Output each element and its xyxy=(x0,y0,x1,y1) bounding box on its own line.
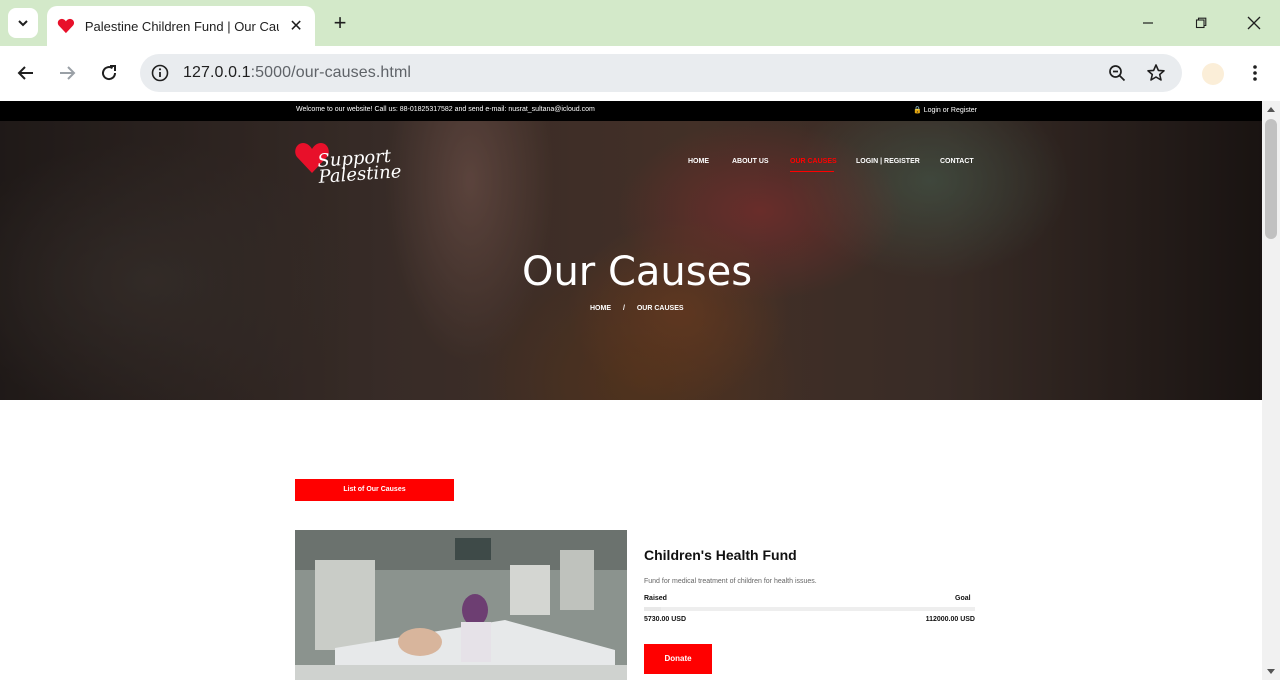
nav-our-causes[interactable]: OUR CAUSES xyxy=(790,158,837,165)
minimize-button[interactable] xyxy=(1135,10,1161,36)
nav-login-register[interactable]: LOGIN | REGISTER xyxy=(856,158,920,165)
cause-title[interactable]: Children's Health Fund xyxy=(644,547,797,563)
close-window-button[interactable] xyxy=(1241,10,1267,36)
reload-button[interactable] xyxy=(96,60,122,86)
forward-button[interactable] xyxy=(54,60,80,86)
cause-description: Fund for medical treatment of children f… xyxy=(644,578,817,585)
nav-about-us[interactable]: ABOUT US xyxy=(732,158,769,165)
site-topbar: Welcome to our website! Call us: 88-0182… xyxy=(0,101,1262,121)
bookmark-star-icon[interactable] xyxy=(1146,63,1166,83)
nav-home[interactable]: HOME xyxy=(688,158,709,165)
reload-icon xyxy=(102,65,117,81)
logo-text-palestine: Palestine xyxy=(317,161,403,188)
hospital-photo-illustration xyxy=(295,530,627,680)
tab-strip: Palestine Children Fund | Our Causes ✕ + xyxy=(0,0,1280,46)
tab-title: Palestine Children Fund | Our Causes xyxy=(84,18,279,34)
forward-arrow-icon xyxy=(60,66,76,80)
menu-button[interactable] xyxy=(1242,60,1268,86)
heart-favicon-icon xyxy=(57,18,75,34)
raised-value: 5730.00 USD xyxy=(644,616,687,623)
page-viewport: Welcome to our website! Call us: 88-0182… xyxy=(0,101,1262,680)
tab-search-button[interactable] xyxy=(8,8,38,38)
goal-label: Goal xyxy=(955,595,971,602)
login-register-link[interactable]: 🔒 Login or Register xyxy=(913,106,977,114)
scroll-down-icon[interactable] xyxy=(1266,668,1276,676)
back-arrow-icon xyxy=(17,66,33,80)
breadcrumb-current: OUR CAUSES xyxy=(636,305,684,312)
site-info-icon[interactable] xyxy=(151,64,169,82)
close-icon xyxy=(1247,16,1261,30)
minimize-icon xyxy=(1143,22,1153,24)
raised-label: Raised xyxy=(644,595,667,602)
donate-button[interactable]: Donate xyxy=(644,644,712,674)
more-vert-icon xyxy=(1253,65,1257,81)
page-title: Our Causes xyxy=(521,249,753,295)
browser-toolbar: 127.0.0.1:5000/our-causes.html xyxy=(0,46,1280,101)
breadcrumb-separator: / xyxy=(622,305,625,312)
breadcrumb-home[interactable]: HOME xyxy=(590,305,611,312)
nav-contact[interactable]: CONTACT xyxy=(940,158,974,165)
scrollbar-thumb[interactable] xyxy=(1265,119,1277,239)
restore-icon xyxy=(1195,17,1207,29)
close-tab-icon[interactable]: ✕ xyxy=(287,16,305,36)
zoom-icon[interactable] xyxy=(1108,64,1126,82)
browser-tab[interactable]: Palestine Children Fund | Our Causes ✕ xyxy=(47,6,315,46)
url-text[interactable]: 127.0.0.1:5000/our-causes.html xyxy=(183,64,411,82)
welcome-text: Welcome to our website! Call us: 88-0182… xyxy=(296,106,595,113)
restore-button[interactable] xyxy=(1188,10,1214,36)
breadcrumb: HOME / OUR CAUSES xyxy=(590,305,694,312)
site-logo[interactable]: Support Palestine xyxy=(294,141,414,193)
back-button[interactable] xyxy=(13,60,39,86)
hero-banner: Support Palestine HOME ABOUT US OUR CAUSE… xyxy=(0,121,1262,400)
scroll-up-icon[interactable] xyxy=(1266,105,1276,113)
new-tab-button[interactable]: + xyxy=(327,11,353,37)
funding-progress-bar xyxy=(644,607,975,611)
profile-avatar[interactable] xyxy=(1202,63,1224,85)
cause-image xyxy=(295,530,627,680)
nav-active-underline xyxy=(790,171,834,172)
address-bar[interactable]: 127.0.0.1:5000/our-causes.html xyxy=(140,54,1182,92)
chevron-down-icon xyxy=(18,20,28,27)
goal-value: 112000.00 USD xyxy=(925,616,975,623)
funding-progress-fill xyxy=(644,607,661,611)
list-of-causes-button[interactable]: List of Our Causes xyxy=(295,479,454,501)
page-scrollbar[interactable] xyxy=(1262,101,1280,680)
